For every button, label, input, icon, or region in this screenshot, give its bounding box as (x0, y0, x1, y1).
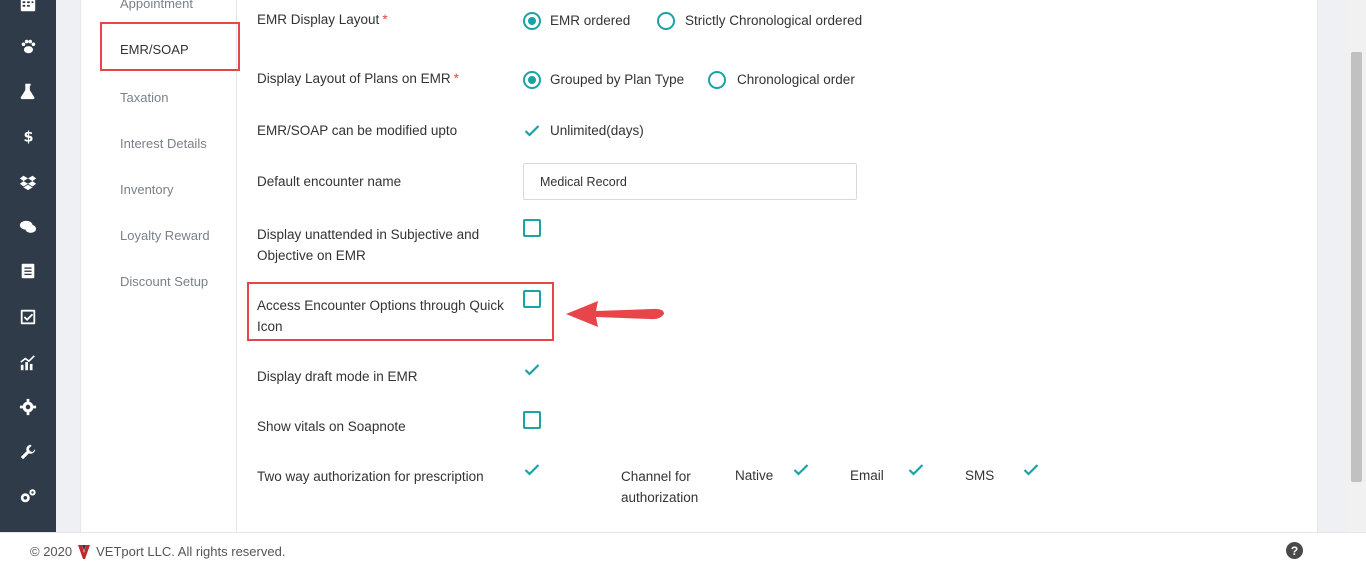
analytics-icon[interactable] (18, 353, 38, 373)
two-way-auth-check[interactable] (524, 463, 540, 477)
flask-icon[interactable] (18, 81, 38, 101)
channel-email-check[interactable] (908, 463, 924, 477)
scrollbar-thumb[interactable] (1351, 52, 1362, 482)
channel-sms-check[interactable] (1023, 463, 1039, 477)
chat-icon[interactable] (18, 217, 38, 237)
help-icon[interactable]: ? (1286, 542, 1303, 559)
subnav-item-interest-details[interactable]: Interest Details (120, 136, 207, 151)
radio-chronological-order-label[interactable]: Chronological order (737, 72, 855, 87)
highlight-box-emr-soap (100, 22, 240, 71)
vetport-logo-icon (78, 544, 91, 559)
svg-text:$: $ (24, 129, 34, 145)
radio-chronological-order[interactable] (708, 71, 726, 89)
channel-native-check[interactable] (793, 463, 809, 477)
modify-upto-label: EMR/SOAP can be modified upto (257, 123, 458, 138)
wrench-icon[interactable] (18, 442, 38, 462)
show-vitals-label: Show vitals on Soapnote (257, 419, 406, 434)
paw-icon[interactable] (18, 37, 38, 57)
checklist-icon[interactable] (18, 307, 38, 327)
company-text: VETport LLC. All rights reserved. (96, 544, 286, 559)
subnav-item-appointment[interactable]: Appointment (120, 0, 193, 11)
radio-strictly-chronological-label[interactable]: Strictly Chronological ordered (685, 13, 862, 28)
ledger-icon[interactable] (18, 261, 38, 281)
calendar-icon[interactable] (18, 0, 38, 14)
radio-strictly-chronological[interactable] (657, 12, 675, 30)
plans-layout-label: Display Layout of Plans on EMR * (257, 71, 459, 86)
subnav-item-taxation[interactable]: Taxation (120, 90, 168, 105)
emr-display-layout-label: EMR Display Layout * (257, 12, 388, 27)
settings-subnav: Appointment EMR/SOAP Taxation Interest D… (81, 0, 237, 532)
draft-mode-check[interactable] (524, 363, 540, 377)
annotation-arrow (566, 301, 664, 327)
settings-card: Appointment EMR/SOAP Taxation Interest D… (80, 0, 1318, 532)
two-way-auth-label: Two way authorization for prescription (257, 469, 484, 484)
radio-grouped-by-plan-type-label[interactable]: Grouped by Plan Type (550, 72, 684, 87)
dropbox-icon[interactable] (18, 172, 38, 192)
footer-copyright: © 2020 VETport LLC. All rights reserved. (30, 544, 285, 559)
default-encounter-input[interactable] (523, 163, 857, 200)
channel-label: Channel for authorization (621, 469, 699, 505)
channel-email-label: Email (850, 468, 884, 483)
channel-sms-label: SMS (965, 468, 995, 483)
radio-grouped-by-plan-type[interactable] (523, 71, 541, 89)
channel-native-label: Native (735, 468, 774, 483)
copyright-text: © 2020 (30, 544, 73, 559)
radio-emr-ordered-label[interactable]: EMR ordered (550, 13, 630, 28)
default-encounter-label: Default encounter name (257, 174, 402, 189)
sidebar-rail: $ (0, 0, 56, 532)
footer: © 2020 VETport LLC. All rights reserved.… (0, 532, 1366, 569)
radio-emr-ordered[interactable] (523, 12, 541, 30)
display-unattended-label: Display unattended in Subjective and Obje… (257, 227, 480, 263)
dollar-icon[interactable]: $ (18, 126, 38, 146)
subnav-item-loyalty-reward[interactable]: Loyalty Reward (120, 228, 210, 243)
display-unattended-checkbox[interactable] (523, 219, 541, 237)
modify-upto-value: Unlimited(days) (550, 123, 644, 138)
subnav-item-inventory[interactable]: Inventory (120, 182, 173, 197)
gear-icon[interactable] (18, 397, 38, 417)
draft-mode-label: Display draft mode in EMR (257, 369, 418, 384)
modify-upto-check[interactable] (524, 124, 540, 138)
highlight-box-access-encounter (247, 282, 554, 341)
cogs-icon[interactable] (18, 486, 38, 506)
show-vitals-checkbox[interactable] (523, 411, 541, 429)
subnav-item-discount-setup[interactable]: Discount Setup (120, 274, 208, 289)
